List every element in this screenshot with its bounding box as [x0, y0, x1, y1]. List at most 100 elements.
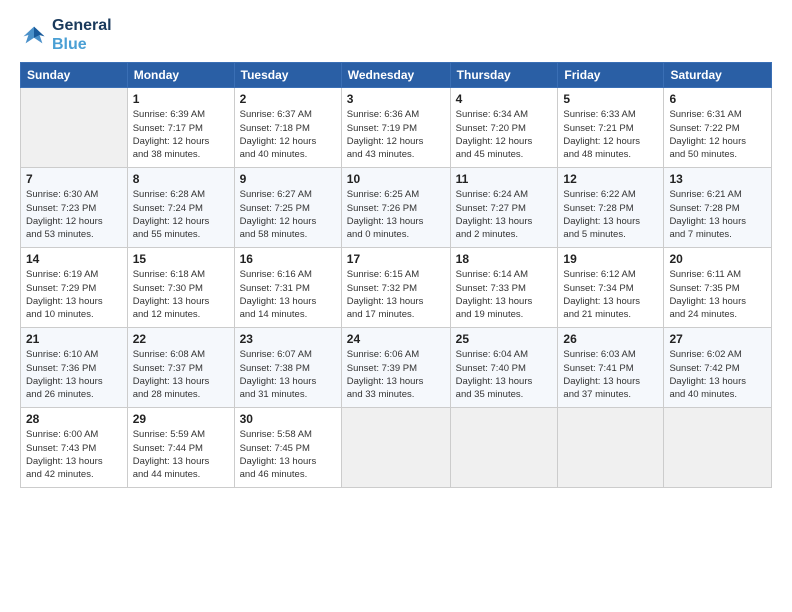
calendar-day: 10Sunrise: 6:25 AM Sunset: 7:26 PM Dayli… — [341, 168, 450, 248]
day-number: 5 — [563, 92, 658, 106]
calendar-day — [450, 408, 558, 488]
day-info: Sunrise: 6:00 AM Sunset: 7:43 PM Dayligh… — [26, 428, 122, 481]
day-info: Sunrise: 6:08 AM Sunset: 7:37 PM Dayligh… — [133, 348, 229, 401]
day-info: Sunrise: 6:02 AM Sunset: 7:42 PM Dayligh… — [669, 348, 766, 401]
day-number: 30 — [240, 412, 336, 426]
calendar-header-row: SundayMondayTuesdayWednesdayThursdayFrid… — [21, 63, 772, 88]
day-info: Sunrise: 6:39 AM Sunset: 7:17 PM Dayligh… — [133, 108, 229, 161]
calendar-week-4: 21 Sunrise: 6:10 AM Sunset: 7:36 PM Dayli… — [21, 328, 772, 408]
calendar-day: 19 Sunrise: 6:12 AM Sunset: 7:34 PM Dayli… — [558, 248, 664, 328]
day-info: Sunrise: 6:24 AM Sunset: 7:27 PM Dayligh… — [456, 188, 553, 241]
calendar-week-2: 7 Sunrise: 6:30 AM Sunset: 7:23 PM Daylig… — [21, 168, 772, 248]
calendar-day: 20Sunrise: 6:11 AM Sunset: 7:35 PM Dayli… — [664, 248, 772, 328]
day-number: 26 — [563, 332, 658, 346]
calendar-header-monday: Monday — [127, 63, 234, 88]
logo-icon — [20, 21, 48, 49]
day-info: Sunrise: 6:31 AM Sunset: 7:22 PM Dayligh… — [669, 108, 766, 161]
day-number: 24 — [347, 332, 445, 346]
calendar-day: 22 Sunrise: 6:08 AM Sunset: 7:37 PM Dayli… — [127, 328, 234, 408]
page-header: General Blue — [20, 16, 772, 54]
calendar-day: 8 Sunrise: 6:28 AM Sunset: 7:24 PM Daylig… — [127, 168, 234, 248]
day-info: Sunrise: 6:12 AM Sunset: 7:34 PM Dayligh… — [563, 268, 658, 321]
calendar-day: 11Sunrise: 6:24 AM Sunset: 7:27 PM Dayli… — [450, 168, 558, 248]
calendar-header-saturday: Saturday — [664, 63, 772, 88]
calendar-day: 4 Sunrise: 6:34 AM Sunset: 7:20 PM Daylig… — [450, 88, 558, 168]
calendar-day — [664, 408, 772, 488]
calendar-day: 1 Sunrise: 6:39 AM Sunset: 7:17 PM Daylig… — [127, 88, 234, 168]
day-number: 21 — [26, 332, 122, 346]
calendar-day: 29 Sunrise: 5:59 AM Sunset: 7:44 PM Dayli… — [127, 408, 234, 488]
calendar-day: 28Sunrise: 6:00 AM Sunset: 7:43 PM Dayli… — [21, 408, 128, 488]
day-info: Sunrise: 5:59 AM Sunset: 7:44 PM Dayligh… — [133, 428, 229, 481]
day-info: Sunrise: 6:18 AM Sunset: 7:30 PM Dayligh… — [133, 268, 229, 321]
day-number: 19 — [563, 252, 658, 266]
day-number: 4 — [456, 92, 553, 106]
calendar-day: 2Sunrise: 6:37 AM Sunset: 7:18 PM Daylig… — [234, 88, 341, 168]
logo-text-line1: General — [52, 16, 112, 35]
day-info: Sunrise: 6:27 AM Sunset: 7:25 PM Dayligh… — [240, 188, 336, 241]
calendar-day: 14 Sunrise: 6:19 AM Sunset: 7:29 PM Dayli… — [21, 248, 128, 328]
day-info: Sunrise: 6:03 AM Sunset: 7:41 PM Dayligh… — [563, 348, 658, 401]
day-info: Sunrise: 6:16 AM Sunset: 7:31 PM Dayligh… — [240, 268, 336, 321]
day-info: Sunrise: 6:06 AM Sunset: 7:39 PM Dayligh… — [347, 348, 445, 401]
day-number: 12 — [563, 172, 658, 186]
day-info: Sunrise: 6:04 AM Sunset: 7:40 PM Dayligh… — [456, 348, 553, 401]
calendar-day: 9 Sunrise: 6:27 AM Sunset: 7:25 PM Daylig… — [234, 168, 341, 248]
calendar-day: 17 Sunrise: 6:15 AM Sunset: 7:32 PM Dayli… — [341, 248, 450, 328]
day-number: 7 — [26, 172, 122, 186]
calendar-header-tuesday: Tuesday — [234, 63, 341, 88]
day-info: Sunrise: 6:15 AM Sunset: 7:32 PM Dayligh… — [347, 268, 445, 321]
day-info: Sunrise: 6:22 AM Sunset: 7:28 PM Dayligh… — [563, 188, 658, 241]
day-number: 27 — [669, 332, 766, 346]
day-number: 25 — [456, 332, 553, 346]
calendar-day: 12 Sunrise: 6:22 AM Sunset: 7:28 PM Dayli… — [558, 168, 664, 248]
calendar-day: 25 Sunrise: 6:04 AM Sunset: 7:40 PM Dayli… — [450, 328, 558, 408]
calendar-header-wednesday: Wednesday — [341, 63, 450, 88]
calendar-day: 30 Sunrise: 5:58 AM Sunset: 7:45 PM Dayli… — [234, 408, 341, 488]
day-info: Sunrise: 6:14 AM Sunset: 7:33 PM Dayligh… — [456, 268, 553, 321]
calendar-header-friday: Friday — [558, 63, 664, 88]
logo-text-line2: Blue — [52, 35, 112, 54]
day-info: Sunrise: 6:33 AM Sunset: 7:21 PM Dayligh… — [563, 108, 658, 161]
day-number: 9 — [240, 172, 336, 186]
day-info: Sunrise: 6:10 AM Sunset: 7:36 PM Dayligh… — [26, 348, 122, 401]
calendar-header-sunday: Sunday — [21, 63, 128, 88]
day-info: Sunrise: 6:36 AM Sunset: 7:19 PM Dayligh… — [347, 108, 445, 161]
day-info: Sunrise: 6:21 AM Sunset: 7:28 PM Dayligh… — [669, 188, 766, 241]
day-number: 16 — [240, 252, 336, 266]
day-info: Sunrise: 6:28 AM Sunset: 7:24 PM Dayligh… — [133, 188, 229, 241]
day-info: Sunrise: 6:19 AM Sunset: 7:29 PM Dayligh… — [26, 268, 122, 321]
calendar-day: 21 Sunrise: 6:10 AM Sunset: 7:36 PM Dayli… — [21, 328, 128, 408]
day-info: Sunrise: 6:30 AM Sunset: 7:23 PM Dayligh… — [26, 188, 122, 241]
calendar-day: 18 Sunrise: 6:14 AM Sunset: 7:33 PM Dayli… — [450, 248, 558, 328]
calendar-day: 27 Sunrise: 6:02 AM Sunset: 7:42 PM Dayli… — [664, 328, 772, 408]
day-number: 18 — [456, 252, 553, 266]
day-number: 23 — [240, 332, 336, 346]
calendar-day: 26 Sunrise: 6:03 AM Sunset: 7:41 PM Dayli… — [558, 328, 664, 408]
day-info: Sunrise: 6:11 AM Sunset: 7:35 PM Dayligh… — [669, 268, 766, 321]
day-number: 6 — [669, 92, 766, 106]
calendar-day — [21, 88, 128, 168]
calendar-week-1: 1 Sunrise: 6:39 AM Sunset: 7:17 PM Daylig… — [21, 88, 772, 168]
calendar-day: 13Sunrise: 6:21 AM Sunset: 7:28 PM Dayli… — [664, 168, 772, 248]
day-info: Sunrise: 6:07 AM Sunset: 7:38 PM Dayligh… — [240, 348, 336, 401]
calendar-day: 23 Sunrise: 6:07 AM Sunset: 7:38 PM Dayli… — [234, 328, 341, 408]
calendar-day — [341, 408, 450, 488]
calendar-day — [558, 408, 664, 488]
day-number: 17 — [347, 252, 445, 266]
day-number: 29 — [133, 412, 229, 426]
day-info: Sunrise: 5:58 AM Sunset: 7:45 PM Dayligh… — [240, 428, 336, 481]
day-info: Sunrise: 6:25 AM Sunset: 7:26 PM Dayligh… — [347, 188, 445, 241]
day-info: Sunrise: 6:34 AM Sunset: 7:20 PM Dayligh… — [456, 108, 553, 161]
day-number: 8 — [133, 172, 229, 186]
day-number: 14 — [26, 252, 122, 266]
calendar-day: 16 Sunrise: 6:16 AM Sunset: 7:31 PM Dayli… — [234, 248, 341, 328]
calendar-day: 3Sunrise: 6:36 AM Sunset: 7:19 PM Daylig… — [341, 88, 450, 168]
day-number: 15 — [133, 252, 229, 266]
day-number: 22 — [133, 332, 229, 346]
calendar-day: 7 Sunrise: 6:30 AM Sunset: 7:23 PM Daylig… — [21, 168, 128, 248]
calendar-day: 5 Sunrise: 6:33 AM Sunset: 7:21 PM Daylig… — [558, 88, 664, 168]
logo: General Blue — [20, 16, 112, 54]
day-number: 1 — [133, 92, 229, 106]
calendar-day: 24 Sunrise: 6:06 AM Sunset: 7:39 PM Dayli… — [341, 328, 450, 408]
